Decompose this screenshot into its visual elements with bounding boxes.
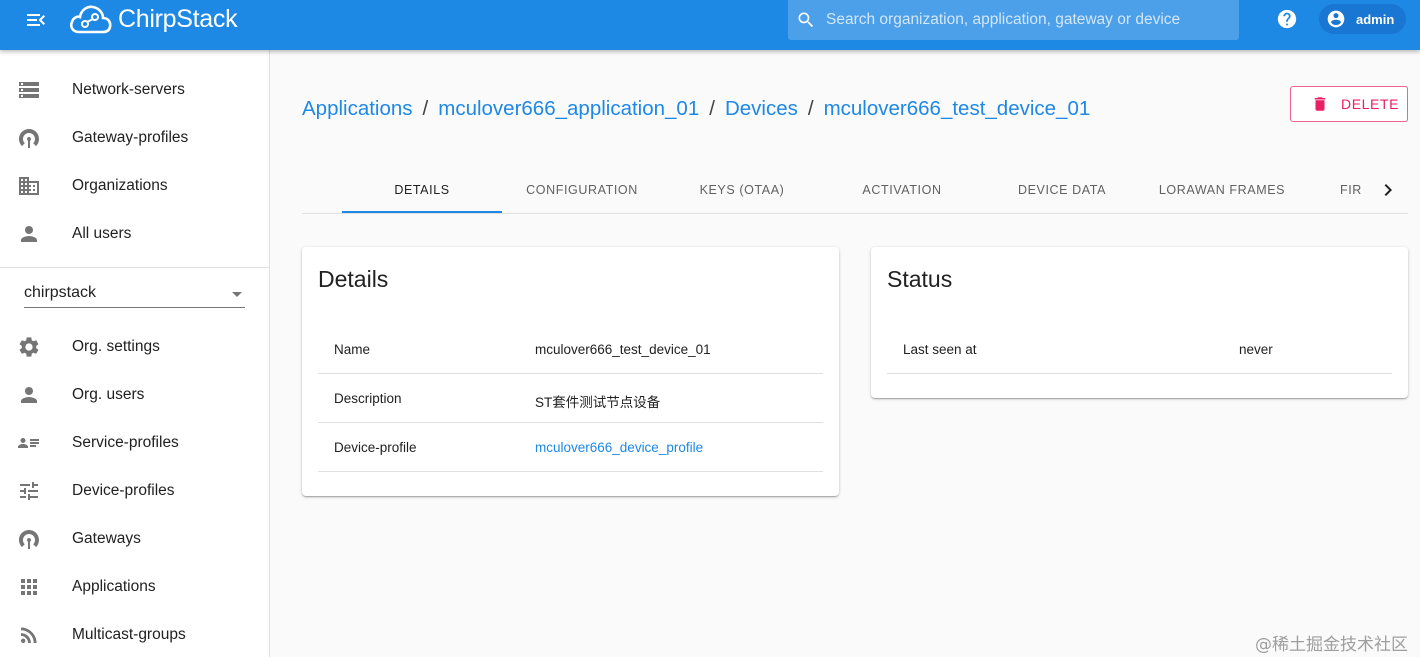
detail-row-name: Name mculover666_test_device_01 — [318, 325, 823, 374]
sidebar-item-org-settings[interactable]: Org. settings — [0, 323, 269, 371]
sidebar-item-label: Org. users — [72, 386, 145, 403]
sidebar-item-label: Org. settings — [72, 338, 160, 355]
user-menu-button[interactable]: admin — [1319, 4, 1407, 34]
building-icon — [19, 177, 39, 195]
breadcrumb-applications[interactable]: Applications — [302, 97, 413, 121]
sidebar-item-label: Organizations — [72, 177, 168, 194]
status-row-last-seen: Last seen at never — [887, 325, 1392, 374]
breadcrumb-application[interactable]: mculover666_application_01 — [438, 97, 699, 121]
sidebar: Network-servers Gateway-profiles Organiz… — [0, 50, 270, 657]
tab-device-data[interactable]: DEVICE DATA — [982, 166, 1142, 214]
details-card: Details Name mculover666_test_device_01 … — [302, 247, 839, 496]
menu-open-icon — [27, 14, 45, 26]
sidebar-item-label: Multicast-groups — [72, 626, 186, 643]
search-icon — [796, 10, 816, 30]
breadcrumb: Applications / mculover666_application_0… — [302, 97, 1090, 121]
help-button[interactable] — [1276, 8, 1298, 30]
person-icon — [21, 387, 37, 403]
sidebar-item-label: Device-profiles — [72, 482, 175, 499]
card-title: Status — [887, 266, 953, 292]
status-card: Status Last seen at never — [871, 247, 1408, 398]
gear-icon — [19, 337, 39, 357]
app-logo[interactable]: ChirpStack — [68, 0, 238, 38]
card-title: Details — [318, 266, 389, 292]
search-box[interactable] — [788, 0, 1239, 40]
device-tabs: DETAILS CONFIGURATION KEYS (OTAA) ACTIVA… — [302, 166, 1408, 214]
detail-value: mculover666_test_device_01 — [535, 342, 711, 357]
active-tab-indicator — [342, 211, 502, 213]
detail-row-device-profile: Device-profile mculover666_device_profil… — [318, 423, 823, 472]
sidebar-item-label: Service-profiles — [72, 434, 179, 451]
dropdown-caret-icon — [232, 292, 242, 297]
collapse-menu-button[interactable] — [22, 6, 50, 34]
sidebar-item-all-users[interactable]: All users — [0, 210, 269, 258]
help-circle-icon — [1277, 9, 1297, 29]
device-profile-link[interactable]: mculover666_device_profile — [535, 440, 703, 455]
breadcrumb-device[interactable]: mculover666_test_device_01 — [824, 97, 1091, 121]
cloud-logo-icon — [69, 5, 112, 34]
sidebar-item-service-profiles[interactable]: Service-profiles — [0, 419, 269, 467]
status-key: Last seen at — [903, 342, 977, 357]
tab-details[interactable]: DETAILS — [342, 166, 502, 214]
tab-activation[interactable]: ACTIVATION — [822, 166, 982, 214]
breadcrumb-devices[interactable]: Devices — [725, 97, 798, 121]
top-app-bar: ChirpStack admin — [0, 0, 1420, 50]
user-name: admin — [1356, 11, 1395, 27]
detail-key: Name — [334, 342, 371, 357]
sidebar-item-network-servers[interactable]: Network-servers — [0, 66, 269, 114]
sidebar-item-label: All users — [72, 225, 132, 242]
sidebar-item-multicast-groups[interactable]: Multicast-groups — [0, 611, 269, 657]
tab-keys-otaa[interactable]: KEYS (OTAA) — [662, 166, 822, 214]
sidebar-divider — [0, 267, 269, 268]
search-input[interactable] — [826, 11, 1226, 29]
trash-icon — [1314, 97, 1326, 111]
people-list-icon — [18, 438, 39, 448]
detail-value: ST套件测试节点设备 — [535, 395, 661, 410]
sidebar-item-gateway-profiles[interactable]: Gateway-profiles — [0, 114, 269, 162]
rss-icon — [21, 627, 37, 643]
sidebar-item-gateways[interactable]: Gateways — [0, 515, 269, 563]
breadcrumb-separator: / — [709, 97, 715, 120]
watermark: @稀土掘金技术社区 — [1255, 635, 1408, 655]
sidebar-item-applications[interactable]: Applications — [0, 563, 269, 611]
person-icon — [21, 226, 37, 242]
account-circle-icon — [1327, 10, 1345, 28]
delete-button[interactable]: DELETE — [1290, 86, 1408, 122]
sidebar-item-label: Gateways — [72, 530, 141, 547]
tab-configuration[interactable]: CONFIGURATION — [502, 166, 662, 214]
app-name: ChirpStack — [118, 4, 238, 33]
organization-select[interactable]: chirpstack — [24, 280, 245, 308]
tab-firmware[interactable]: FIR — [1302, 166, 1372, 214]
status-value: never — [1239, 342, 1273, 357]
detail-row-description: Description ST套件测试节点设备 — [318, 374, 823, 423]
broadcast-icon — [19, 129, 39, 148]
breadcrumb-separator: / — [807, 97, 814, 120]
sidebar-item-label: Network-servers — [72, 81, 185, 98]
sliders-icon — [20, 482, 38, 500]
server-icon — [19, 82, 39, 98]
chevron-right-icon[interactable] — [1376, 178, 1400, 202]
detail-key: Description — [334, 391, 402, 406]
sidebar-item-org-users[interactable]: Org. users — [0, 371, 269, 419]
sidebar-item-organizations[interactable]: Organizations — [0, 162, 269, 210]
sidebar-item-label: Applications — [72, 578, 156, 595]
sidebar-item-label: Gateway-profiles — [72, 129, 189, 146]
organization-select-value: chirpstack — [24, 284, 97, 301]
sidebar-item-device-profiles[interactable]: Device-profiles — [0, 467, 269, 515]
delete-button-label: DELETE — [1341, 96, 1400, 112]
detail-key: Device-profile — [334, 440, 417, 455]
tab-lorawan-frames[interactable]: LORAWAN FRAMES — [1142, 166, 1302, 214]
broadcast-icon — [19, 530, 39, 549]
breadcrumb-separator: / — [422, 97, 429, 120]
apps-grid-icon — [21, 579, 37, 595]
